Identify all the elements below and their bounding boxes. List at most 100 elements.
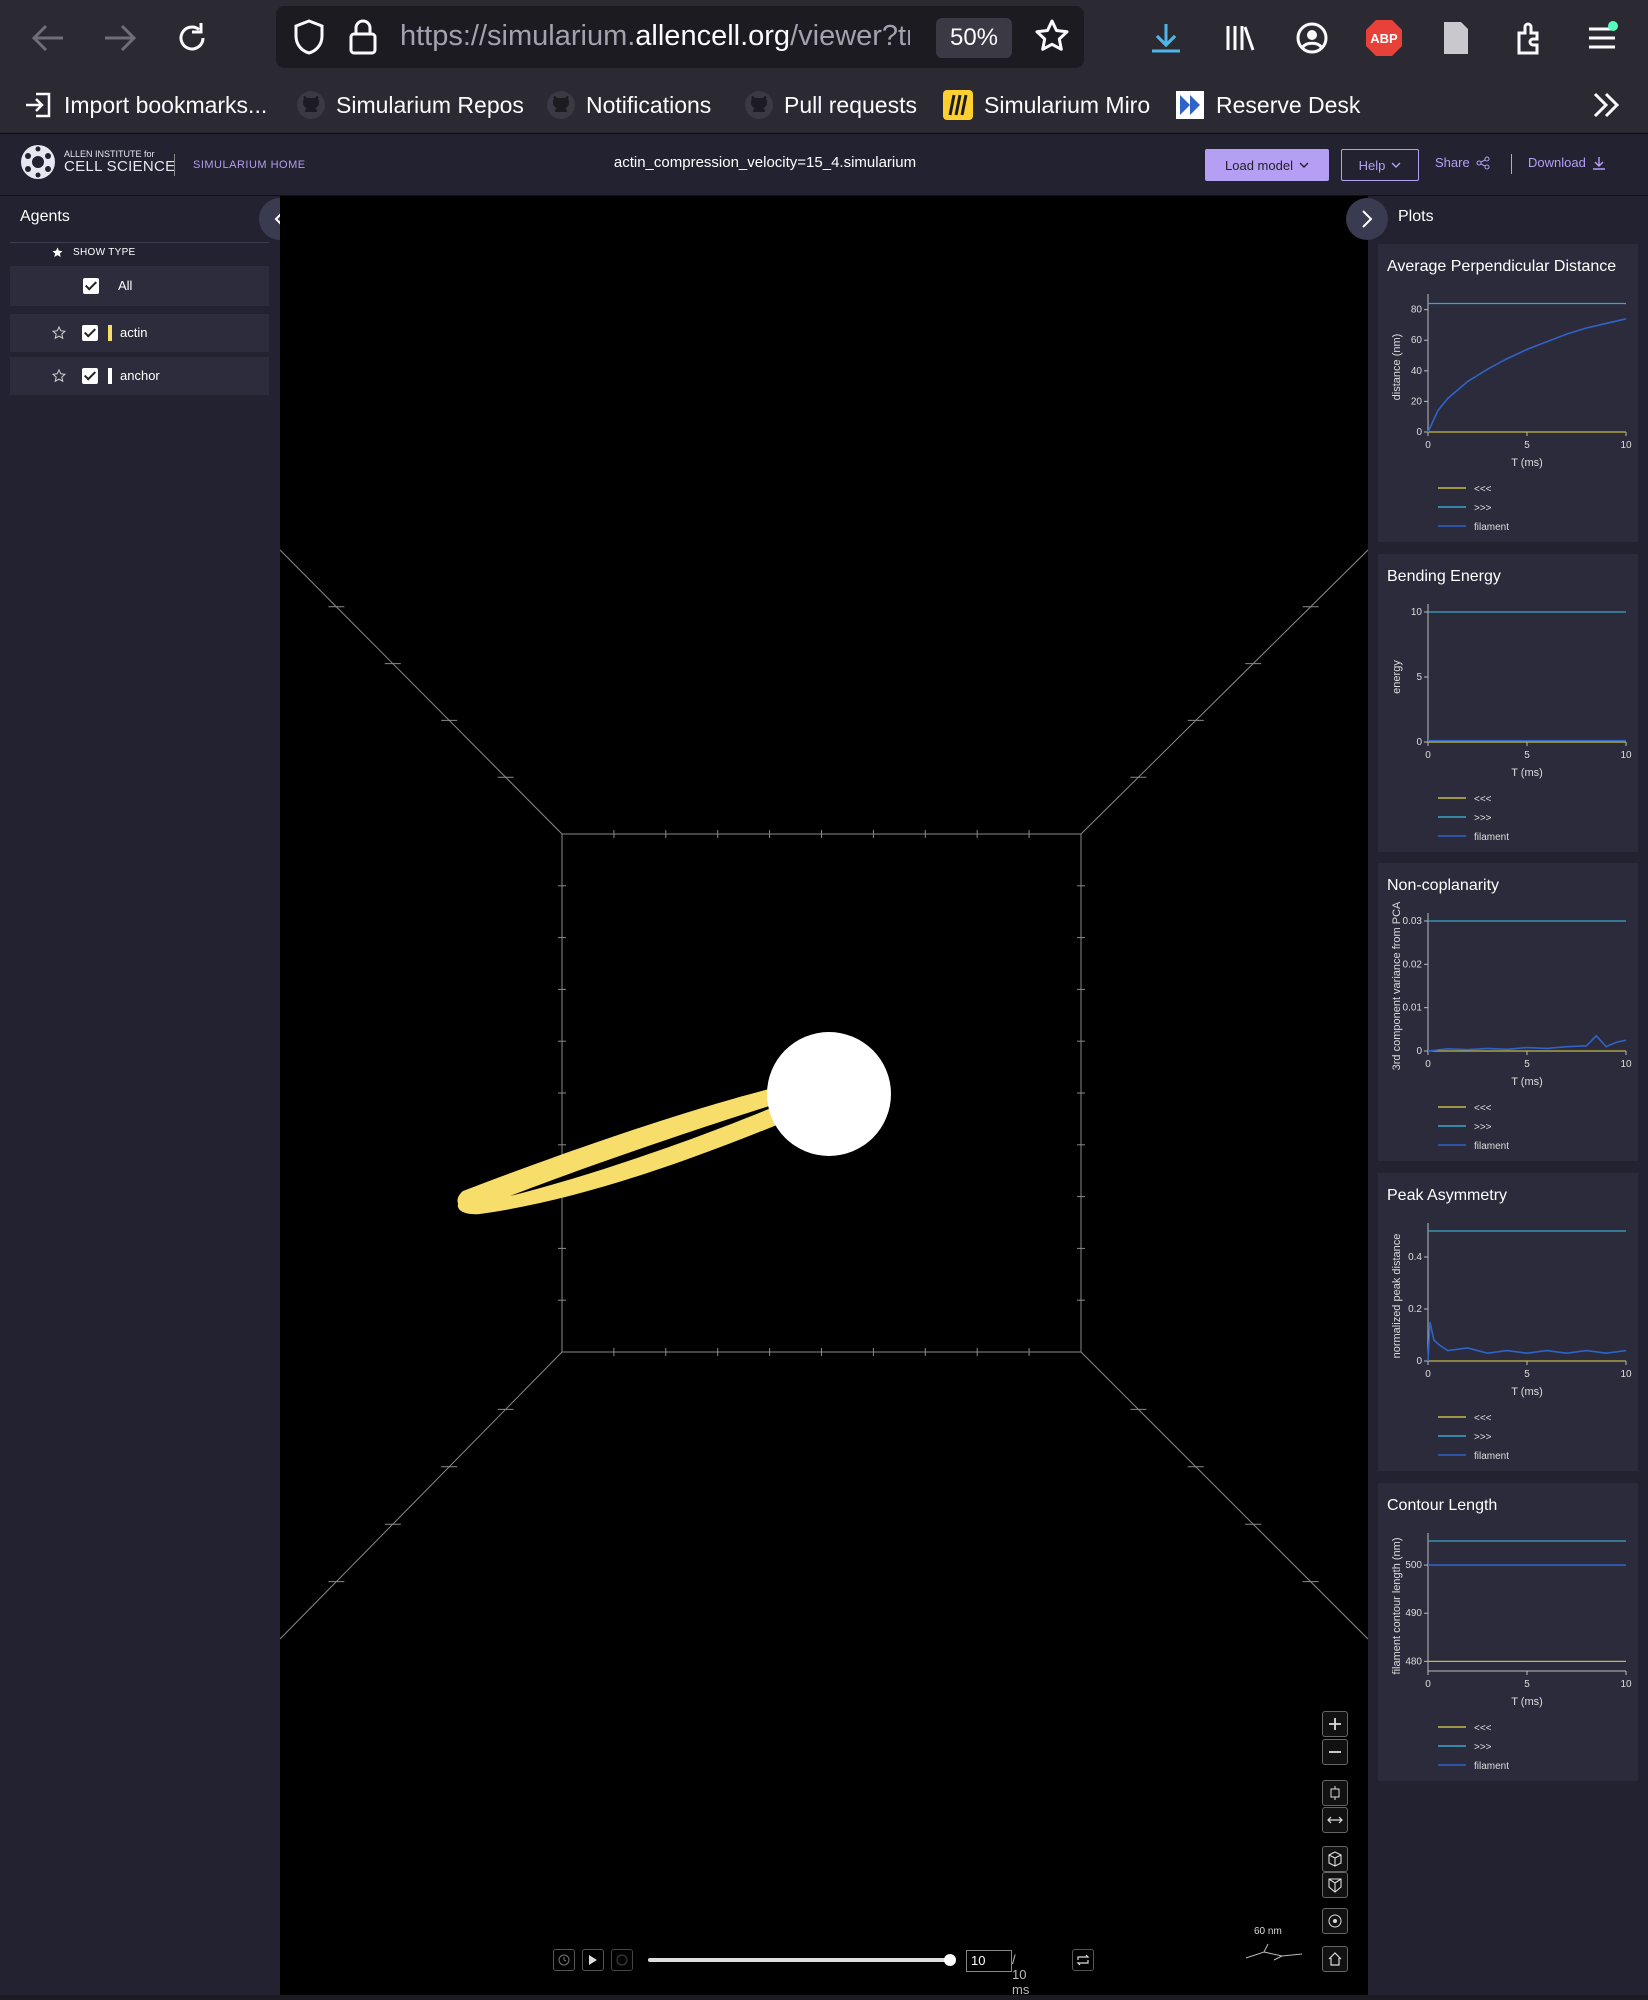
cube-icon — [1328, 1851, 1342, 1867]
time-input[interactable]: 10 — [966, 1950, 1012, 1972]
collapse-right-panel-button[interactable] — [1346, 198, 1388, 240]
y-axis-label: normalized peak distance — [1391, 1234, 1403, 1359]
bookmark-simularium-miro[interactable]: Simularium Miro — [942, 88, 1150, 122]
checkbox-actin[interactable] — [82, 325, 98, 341]
x-tick-label: 0 — [1425, 440, 1431, 451]
extensions-icon[interactable] — [1506, 14, 1554, 62]
show-type-header: SHOW TYPE — [52, 247, 136, 258]
y-tick-label: 60 — [1411, 335, 1423, 346]
plot-chart[interactable]: 0 0.01 0.02 0.03 0 5 10 T (ms) 3rd component var… — [1378, 863, 1638, 1161]
legend-label: <<< — [1474, 1723, 1492, 1734]
perspective-view-button[interactable] — [1322, 1846, 1348, 1872]
app-header: ALLEN INSTITUTE for CELL SCIENCE SIMULARI… — [0, 134, 1648, 196]
load-model-button[interactable]: Load model — [1205, 149, 1329, 181]
star-outline-icon[interactable] — [52, 369, 66, 383]
adblock-icon[interactable]: ABP — [1360, 14, 1408, 62]
y-axis-label: filament contour length (nm) — [1391, 1538, 1403, 1675]
x-tick-label: 10 — [1620, 440, 1632, 451]
plot-chart[interactable]: 480 490 500 0 5 10 T (ms) filament contour leng… — [1378, 1483, 1638, 1781]
legend-label: filament — [1474, 1761, 1509, 1772]
y-tick-label: 0.03 — [1403, 916, 1423, 927]
x-tick-label: 5 — [1524, 440, 1530, 451]
url-bar[interactable]: https://simularium.allencell.org/viewer?… — [276, 6, 1084, 68]
y-tick-label: 0.02 — [1403, 959, 1423, 970]
pan-icon — [1330, 1786, 1340, 1800]
focus-button[interactable] — [1322, 1908, 1348, 1934]
y-tick-label: 0.2 — [1408, 1304, 1422, 1315]
file-title: actin_compression_velocity=15_4.simulari… — [613, 154, 917, 171]
plot-chart[interactable]: 0 5 10 0 5 10 T (ms) energy <<< >>> filament — [1378, 554, 1638, 852]
forward-arrow-icon[interactable] — [96, 14, 144, 62]
shield-icon[interactable] — [292, 18, 326, 61]
x-tick-label: 0 — [1425, 750, 1431, 761]
actin-color-swatch — [108, 325, 112, 341]
back-arrow-icon[interactable] — [24, 14, 72, 62]
logo-text: ALLEN INSTITUTE for CELL SCIENCE — [64, 149, 176, 175]
menu-icon[interactable] — [1578, 14, 1626, 62]
chevron-right-icon — [1362, 210, 1373, 228]
bookmark-notifications[interactable]: Notifications — [546, 88, 711, 122]
download-icon[interactable] — [1142, 14, 1190, 62]
agents-panel-title: Agents — [20, 208, 70, 225]
star-icon[interactable] — [1034, 18, 1070, 59]
account-icon[interactable] — [1288, 14, 1336, 62]
time-slider-handle[interactable] — [944, 1954, 956, 1966]
simularium-home-link[interactable]: SIMULARIUM HOME — [174, 154, 306, 176]
y-tick-label: 20 — [1411, 396, 1423, 407]
x-axis-label: T (ms) — [1511, 1076, 1543, 1088]
pan-mode-button[interactable] — [1322, 1780, 1348, 1806]
legend-label: filament — [1474, 522, 1509, 533]
step-back-button[interactable] — [553, 1949, 575, 1971]
loop-button[interactable] — [1072, 1949, 1094, 1971]
chevron-overflow-icon[interactable] — [1592, 92, 1620, 123]
y-axis-label: distance (nm) — [1391, 334, 1403, 401]
legend-label: >>> — [1474, 503, 1492, 514]
simulation-viewport[interactable]: 60 nm — [279, 196, 1369, 1995]
reset-camera-button[interactable] — [1322, 1946, 1348, 1972]
step-forward-button[interactable] — [611, 1949, 633, 1971]
agent-row-anchor[interactable]: anchor — [10, 357, 269, 395]
bookmark-import[interactable]: Import bookmarks... — [24, 88, 267, 122]
zoom-level[interactable]: 50% — [936, 18, 1012, 58]
time-slider-track[interactable] — [648, 1954, 956, 1966]
reload-icon[interactable] — [168, 14, 216, 62]
github-icon — [297, 91, 325, 119]
github-icon — [745, 91, 773, 119]
cell-logo-icon — [21, 145, 55, 179]
play-button[interactable] — [582, 1949, 604, 1971]
share-link[interactable]: Share — [1435, 155, 1490, 170]
checkbox-all[interactable] — [83, 278, 99, 294]
y-tick-label: 0 — [1416, 1046, 1422, 1057]
legend-label: filament — [1474, 832, 1509, 843]
agent-row-actin[interactable]: actin — [10, 314, 269, 352]
url-text[interactable]: https://simularium.allencell.org/viewer?… — [400, 20, 910, 53]
library-icon[interactable] — [1216, 14, 1264, 62]
github-icon — [547, 91, 575, 119]
x-tick-label: 5 — [1524, 1369, 1530, 1380]
lock-icon[interactable] — [348, 18, 378, 61]
checkbox-anchor[interactable] — [82, 368, 98, 384]
bookmark-pull-requests[interactable]: Pull requests — [744, 88, 917, 122]
bookmark-reserve-desk[interactable]: Reserve Desk — [1174, 88, 1360, 122]
zoom-out-button[interactable] — [1322, 1739, 1348, 1765]
bookmark-simularium-repos[interactable]: Simularium Repos — [296, 88, 524, 122]
help-button[interactable]: Help — [1341, 149, 1419, 181]
rotate-mode-button[interactable] — [1322, 1807, 1348, 1833]
minus-icon — [1329, 1751, 1341, 1753]
legend-label: <<< — [1474, 484, 1492, 495]
y-axis-label: 3rd component variance from PCA — [1391, 901, 1403, 1070]
x-tick-label: 5 — [1524, 750, 1530, 761]
agent-label-all: All — [118, 278, 133, 293]
plot-chart[interactable]: 0 20 40 60 80 0 5 10 T (ms) distance (nm) <<< >>> fi… — [1378, 244, 1638, 542]
allen-logo[interactable]: ALLEN INSTITUTE for CELL SCIENCE — [20, 144, 175, 180]
scene-canvas[interactable] — [279, 196, 1369, 1995]
axis-gizmo-icon — [1245, 1943, 1303, 1961]
orthographic-view-button[interactable] — [1322, 1872, 1348, 1898]
zoom-in-button[interactable] — [1322, 1711, 1348, 1737]
plot-chart[interactable]: 0 0.2 0.4 0 5 10 T (ms) normalized peak distanc… — [1378, 1173, 1638, 1471]
star-outline-icon[interactable] — [52, 326, 66, 340]
download-link[interactable]: Download — [1528, 155, 1606, 170]
page-icon[interactable] — [1432, 14, 1480, 62]
agent-row-all[interactable]: All — [10, 266, 269, 306]
rewind-icon — [558, 1954, 570, 1966]
